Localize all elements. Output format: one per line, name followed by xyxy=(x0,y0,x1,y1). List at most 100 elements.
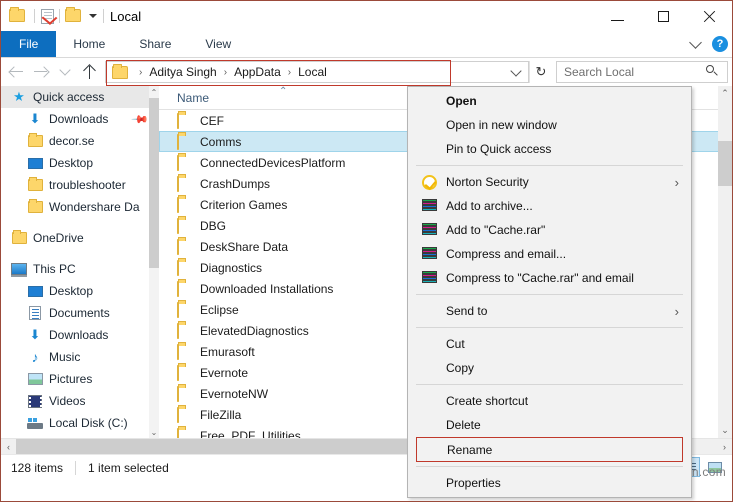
menu-item-create-shortcut[interactable]: Create shortcut xyxy=(408,389,691,413)
breadcrumb-item-appdata[interactable]: AppData xyxy=(232,65,283,79)
close-button[interactable] xyxy=(686,1,732,31)
breadcrumb-item-local[interactable]: Local xyxy=(296,65,329,79)
sidebar-scroll-down-icon[interactable]: ⌄ xyxy=(149,426,159,438)
sidebar-item-label: Wondershare Da xyxy=(49,200,140,214)
disk-icon xyxy=(25,417,45,429)
sidebar-item-pictures[interactable]: Pictures xyxy=(1,368,159,390)
column-header-name[interactable]: Name ⌃ xyxy=(159,86,447,105)
sidebar-item-downloads-pc[interactable]: ⬇ Downloads xyxy=(1,324,159,346)
sidebar-item-label: Downloads xyxy=(49,328,109,342)
breadcrumb-folder-icon xyxy=(112,63,128,79)
history-dropdown-button[interactable] xyxy=(53,60,77,84)
sidebar-item-label: Documents xyxy=(49,306,110,320)
menu-item-add-to-archive[interactable]: Add to archive... xyxy=(408,194,691,218)
help-icon[interactable]: ? xyxy=(712,36,728,52)
menu-item-label: Add to archive... xyxy=(446,199,533,213)
search-icon xyxy=(705,65,721,79)
back-button[interactable] xyxy=(5,60,29,84)
scroll-thumb[interactable] xyxy=(718,141,732,186)
sidebar-item-local-disk[interactable]: Local Disk (C:) xyxy=(1,412,159,434)
music-icon: ♪ xyxy=(31,349,39,365)
tab-home[interactable]: Home xyxy=(56,31,122,57)
menu-item-label: Compress and email... xyxy=(446,247,567,261)
sidebar-scroll-up-icon[interactable]: ⌃ xyxy=(149,86,159,98)
pin-icon[interactable]: 📌 xyxy=(131,110,150,128)
sidebar-item-downloads[interactable]: ⬇ Downloads 📌 xyxy=(1,108,159,130)
sidebar-item-desktop[interactable]: Desktop xyxy=(1,280,159,302)
sidebar-item-wondershare[interactable]: Wondershare Da xyxy=(1,196,159,218)
toolbar-divider-2 xyxy=(59,9,60,23)
submenu-arrow-icon: › xyxy=(674,174,679,190)
address-dropdown-icon[interactable] xyxy=(510,64,522,77)
file-name: Comms xyxy=(200,134,242,149)
scroll-up-icon[interactable]: ⌃ xyxy=(718,86,732,101)
menu-item-open[interactable]: Open xyxy=(408,89,691,113)
breadcrumb[interactable]: › Aditya Singh › AppData › Local xyxy=(105,60,529,86)
title-bar: Local xyxy=(1,1,732,31)
sidebar-item-this-pc[interactable]: This PC xyxy=(1,258,159,280)
winrar-icon xyxy=(418,223,440,237)
sidebar-item-quick-access[interactable]: ★ Quick access xyxy=(1,86,159,108)
tab-view[interactable]: View xyxy=(188,31,248,57)
folder-icon xyxy=(9,6,26,24)
menu-item-label: Delete xyxy=(446,418,481,432)
menu-item-pin-to-quick-access[interactable]: Pin to Quick access xyxy=(408,137,691,161)
search-box[interactable]: Search Local xyxy=(556,61,728,83)
sidebar-item-documents[interactable]: Documents xyxy=(1,302,159,324)
sidebar-item-troubleshooter[interactable]: troubleshooter xyxy=(1,174,159,196)
folder-icon xyxy=(177,427,192,438)
search-input[interactable]: Search Local xyxy=(557,65,705,79)
sidebar-item-desktop-qa[interactable]: Desktop xyxy=(1,152,159,174)
desktop-icon xyxy=(25,157,45,169)
file-list-scrollbar[interactable]: ⌃ ⌄ xyxy=(718,86,732,438)
file-name: DeskShare Data xyxy=(200,239,289,254)
folder-icon xyxy=(177,112,192,129)
sidebar-item-label: Quick access xyxy=(33,90,105,104)
menu-item-compress-and-email[interactable]: Compress and email... xyxy=(408,242,691,266)
minimize-button[interactable] xyxy=(594,1,640,31)
scroll-right-icon[interactable]: › xyxy=(717,442,732,452)
customize-toolbar-caret-icon[interactable] xyxy=(89,14,97,18)
sidebar-item-videos[interactable]: Videos xyxy=(1,390,159,412)
menu-item-add-to-cache-rar[interactable]: Add to "Cache.rar" xyxy=(408,218,691,242)
menu-separator xyxy=(416,165,683,166)
menu-item-properties[interactable]: Properties xyxy=(408,471,691,495)
scroll-down-icon[interactable]: ⌄ xyxy=(718,423,732,438)
sidebar-item-label: Pictures xyxy=(49,372,93,386)
refresh-button[interactable]: ↻ xyxy=(529,61,552,83)
sidebar-scroll-thumb[interactable] xyxy=(149,98,159,268)
up-button[interactable] xyxy=(77,60,101,84)
folder-icon xyxy=(25,199,45,213)
menu-item-compress-to-cache-rar-and-email[interactable]: Compress to "Cache.rar" and email xyxy=(408,266,691,290)
folder-icon xyxy=(177,343,192,360)
context-menu: Open Open in new window Pin to Quick acc… xyxy=(407,86,692,498)
menu-item-delete[interactable]: Delete xyxy=(408,413,691,437)
sidebar-item-label: Desktop xyxy=(49,156,94,170)
sidebar-item-music[interactable]: ♪ Music xyxy=(1,346,159,368)
menu-item-label: Open xyxy=(446,94,477,108)
folder-icon xyxy=(177,175,192,192)
menu-item-rename[interactable]: Rename xyxy=(416,437,683,462)
maximize-button[interactable] xyxy=(640,1,686,31)
tab-share[interactable]: Share xyxy=(122,31,188,57)
menu-item-norton-security[interactable]: Norton Security › xyxy=(408,170,691,194)
properties-icon[interactable] xyxy=(41,8,58,25)
file-name: Emurasoft xyxy=(200,344,255,359)
toolbar-divider xyxy=(34,9,35,23)
menu-item-cut[interactable]: Cut xyxy=(408,332,691,356)
file-name: CrashDumps xyxy=(200,176,271,191)
expand-ribbon-icon[interactable] xyxy=(689,36,702,49)
menu-item-copy[interactable]: Copy xyxy=(408,356,691,380)
new-folder-icon[interactable] xyxy=(65,6,82,24)
menu-item-label: Rename xyxy=(447,442,493,457)
scroll-left-icon[interactable]: ‹ xyxy=(1,442,16,452)
menu-item-open-in-new-window[interactable]: Open in new window xyxy=(408,113,691,137)
breadcrumb-item-user[interactable]: Aditya Singh xyxy=(147,65,218,79)
sidebar-item-onedrive[interactable]: OneDrive xyxy=(1,227,159,249)
menu-item-send-to[interactable]: Send to › xyxy=(408,299,691,323)
sidebar-scrollbar[interactable]: ⌃ ⌄ xyxy=(149,86,159,438)
sidebar-item-decor-se[interactable]: decor.se xyxy=(1,130,159,152)
tab-file[interactable]: File xyxy=(1,31,57,57)
breadcrumb-separator-2: › xyxy=(287,66,292,78)
forward-button[interactable] xyxy=(29,60,53,84)
